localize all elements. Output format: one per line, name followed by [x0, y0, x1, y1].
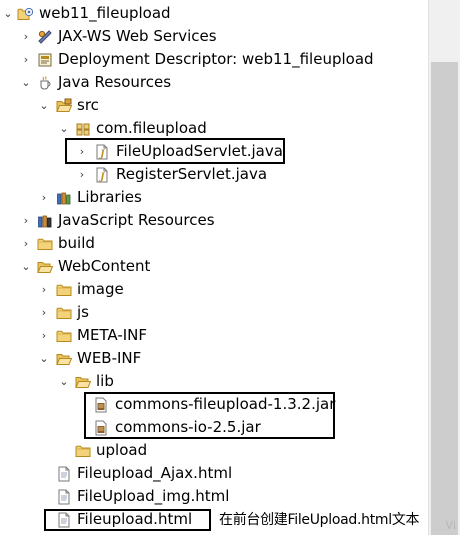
tree-item-label: Fileupload_Ajax.html: [77, 464, 233, 482]
tree-item-label: build: [58, 234, 95, 252]
source-folder-icon: [56, 98, 72, 114]
tree-item-label: upload: [96, 441, 148, 459]
folder-icon: [56, 282, 72, 298]
tree-item-label: web11_fileupload: [39, 4, 171, 22]
chevron-right-icon[interactable]: ›: [20, 25, 32, 48]
java-file-icon: [94, 167, 110, 183]
chevron-down-icon[interactable]: ⌄: [20, 255, 32, 278]
tree-item-label: RegisterServlet.java: [116, 165, 268, 183]
tree-item-label: image: [77, 280, 124, 298]
watermark: Vi: [445, 519, 456, 532]
tree-item-label: src: [77, 96, 99, 114]
chevron-right-icon[interactable]: ›: [20, 232, 32, 255]
folder-icon: [56, 328, 72, 344]
open-folder-icon: [75, 374, 91, 390]
tree-item-label: lib: [96, 372, 114, 390]
scrollbar-thumb[interactable]: [431, 62, 458, 535]
chevron-right-icon[interactable]: ›: [76, 163, 88, 186]
vertical-scrollbar[interactable]: [428, 0, 460, 535]
libraries-icon: [56, 190, 72, 206]
html-file-icon: [56, 489, 72, 505]
html-file-icon: [56, 466, 72, 482]
tree-item-label: WEB-INF: [77, 349, 142, 367]
annotation-text: 在前台创建FileUpload.html文本: [219, 512, 420, 528]
tree-item-label: js: [77, 303, 89, 321]
tree-item-label: META-INF: [77, 326, 148, 344]
chevron-down-icon[interactable]: ⌄: [20, 71, 32, 94]
open-folder-icon: [37, 259, 53, 275]
highlight-box: [44, 509, 211, 531]
highlight-box: [65, 138, 285, 164]
tree-item-label: Deployment Descriptor: web11_fileupload: [58, 50, 374, 68]
tree-item-label: FileUpload_img.html: [77, 487, 230, 505]
folder-icon: [56, 305, 72, 321]
chevron-right-icon[interactable]: ›: [38, 186, 50, 209]
folder-icon: [75, 443, 91, 459]
tree-item-label: WebContent: [58, 257, 151, 275]
project-icon: [17, 6, 33, 22]
chevron-down-icon[interactable]: ⌄: [2, 2, 14, 25]
chevron-right-icon[interactable]: ›: [20, 48, 32, 71]
chevron-right-icon[interactable]: ›: [20, 209, 32, 232]
project-explorer-tree: ⌄ web11_fileupload › JAX-WS Web Services…: [0, 0, 428, 535]
chevron-right-icon[interactable]: ›: [38, 324, 50, 347]
tree-item-label: Java Resources: [58, 73, 172, 91]
javascript-resources-icon: [37, 213, 53, 229]
chevron-down-icon[interactable]: ⌄: [58, 370, 70, 393]
folder-icon: [37, 236, 53, 252]
chevron-down-icon[interactable]: ⌄: [38, 94, 50, 117]
tree-item-label: com.fileupload: [96, 119, 207, 137]
open-folder-icon: [56, 351, 72, 367]
package-icon: [75, 121, 91, 137]
tree-item-label: JAX-WS Web Services: [58, 27, 217, 45]
chevron-down-icon[interactable]: ⌄: [58, 117, 70, 140]
chevron-right-icon[interactable]: ›: [38, 278, 50, 301]
tree-item-label: JavaScript Resources: [58, 211, 215, 229]
chevron-down-icon[interactable]: ⌄: [38, 347, 50, 370]
deployment-descriptor-icon: [37, 52, 53, 68]
java-resources-icon: [37, 75, 53, 91]
tree-item-label: Libraries: [77, 188, 142, 206]
web-services-icon: [37, 29, 53, 45]
highlight-box: [84, 392, 335, 439]
chevron-right-icon[interactable]: ›: [38, 301, 50, 324]
